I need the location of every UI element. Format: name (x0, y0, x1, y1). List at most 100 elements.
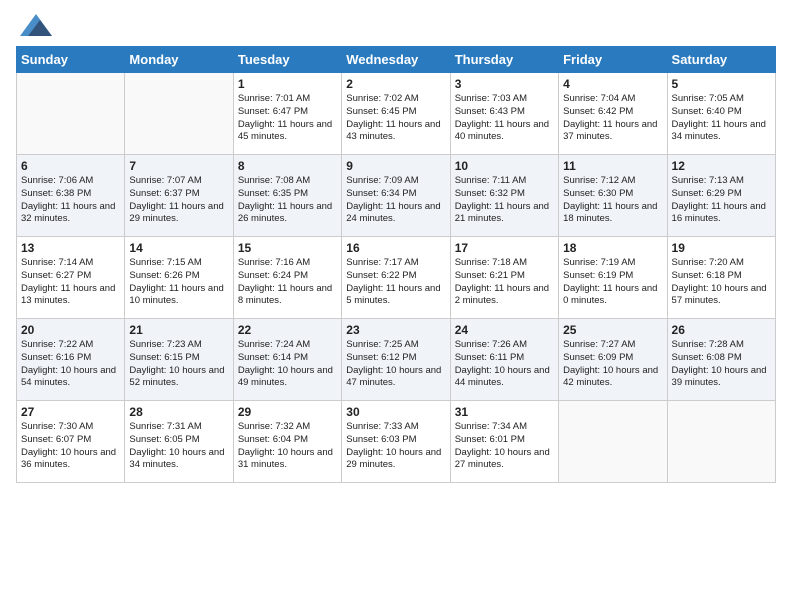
day-info: Sunrise: 7:04 AM Sunset: 6:42 PM Dayligh… (563, 93, 662, 144)
day-info: Sunrise: 7:17 AM Sunset: 6:22 PM Dayligh… (346, 257, 445, 308)
day-number: 13 (21, 241, 120, 255)
day-info: Sunrise: 7:15 AM Sunset: 6:26 PM Dayligh… (129, 257, 228, 308)
col-header-monday: Monday (125, 47, 233, 73)
day-number: 16 (346, 241, 445, 255)
calendar-cell: 10 Sunrise: 7:11 AM Sunset: 6:32 PM Dayli… (450, 155, 558, 237)
day-info: Sunrise: 7:06 AM Sunset: 6:38 PM Dayligh… (21, 175, 120, 226)
day-info: Sunrise: 7:16 AM Sunset: 6:24 PM Dayligh… (238, 257, 337, 308)
day-number: 6 (21, 159, 120, 173)
day-number: 26 (672, 323, 771, 337)
day-info: Sunrise: 7:28 AM Sunset: 6:08 PM Dayligh… (672, 339, 771, 390)
day-number: 25 (563, 323, 662, 337)
calendar-cell: 19 Sunrise: 7:20 AM Sunset: 6:18 PM Dayli… (667, 237, 775, 319)
calendar-cell: 12 Sunrise: 7:13 AM Sunset: 6:29 PM Dayli… (667, 155, 775, 237)
calendar-header-row: SundayMondayTuesdayWednesdayThursdayFrid… (17, 47, 776, 73)
col-header-saturday: Saturday (667, 47, 775, 73)
calendar-cell: 23 Sunrise: 7:25 AM Sunset: 6:12 PM Dayli… (342, 319, 450, 401)
day-number: 29 (238, 405, 337, 419)
col-header-sunday: Sunday (17, 47, 125, 73)
day-number: 12 (672, 159, 771, 173)
calendar-week-2: 13Sunrise: 7:14 AM Sunset: 6:27 PM Dayli… (17, 237, 776, 319)
calendar-cell: 20 Sunrise: 7:22 AM Sunset: 6:16 PM Dayli… (17, 319, 125, 401)
calendar-cell: 18 Sunrise: 7:19 AM Sunset: 6:19 PM Dayli… (559, 237, 667, 319)
calendar-cell (559, 401, 667, 483)
day-number: 19 (672, 241, 771, 255)
calendar-week-0: 1Sunrise: 7:01 AM Sunset: 6:47 PM Daylig… (17, 73, 776, 155)
day-info: Sunrise: 7:05 AM Sunset: 6:40 PM Dayligh… (672, 93, 771, 144)
calendar-cell: 11Sunrise: 7:12 AM Sunset: 6:30 PM Dayli… (559, 155, 667, 237)
calendar-cell: 15 Sunrise: 7:16 AM Sunset: 6:24 PM Dayli… (233, 237, 341, 319)
calendar-cell: 21 Sunrise: 7:23 AM Sunset: 6:15 PM Dayli… (125, 319, 233, 401)
day-info: Sunrise: 7:27 AM Sunset: 6:09 PM Dayligh… (563, 339, 662, 390)
calendar-cell: 17 Sunrise: 7:18 AM Sunset: 6:21 PM Dayli… (450, 237, 558, 319)
day-info: Sunrise: 7:33 AM Sunset: 6:03 PM Dayligh… (346, 421, 445, 472)
day-number: 17 (455, 241, 554, 255)
day-info: Sunrise: 7:13 AM Sunset: 6:29 PM Dayligh… (672, 175, 771, 226)
day-info: Sunrise: 7:22 AM Sunset: 6:16 PM Dayligh… (21, 339, 120, 390)
calendar-cell: 30 Sunrise: 7:33 AM Sunset: 6:03 PM Dayli… (342, 401, 450, 483)
day-number: 23 (346, 323, 445, 337)
calendar-week-3: 20 Sunrise: 7:22 AM Sunset: 6:16 PM Dayli… (17, 319, 776, 401)
day-info: Sunrise: 7:01 AM Sunset: 6:47 PM Dayligh… (238, 93, 337, 144)
calendar-cell: 14 Sunrise: 7:15 AM Sunset: 6:26 PM Dayli… (125, 237, 233, 319)
day-info: Sunrise: 7:26 AM Sunset: 6:11 PM Dayligh… (455, 339, 554, 390)
day-number: 21 (129, 323, 228, 337)
day-info: Sunrise: 7:25 AM Sunset: 6:12 PM Dayligh… (346, 339, 445, 390)
logo-row1 (16, 16, 52, 36)
calendar-cell: 4 Sunrise: 7:04 AM Sunset: 6:42 PM Daylig… (559, 73, 667, 155)
day-number: 5 (672, 77, 771, 91)
calendar-cell: 28 Sunrise: 7:31 AM Sunset: 6:05 PM Dayli… (125, 401, 233, 483)
calendar-cell: 24 Sunrise: 7:26 AM Sunset: 6:11 PM Dayli… (450, 319, 558, 401)
calendar-cell: 8Sunrise: 7:08 AM Sunset: 6:35 PM Daylig… (233, 155, 341, 237)
calendar-cell: 9 Sunrise: 7:09 AM Sunset: 6:34 PM Daylig… (342, 155, 450, 237)
day-number: 31 (455, 405, 554, 419)
day-number: 20 (21, 323, 120, 337)
day-info: Sunrise: 7:18 AM Sunset: 6:21 PM Dayligh… (455, 257, 554, 308)
day-number: 24 (455, 323, 554, 337)
day-number: 15 (238, 241, 337, 255)
header (16, 16, 776, 36)
day-info: Sunrise: 7:31 AM Sunset: 6:05 PM Dayligh… (129, 421, 228, 472)
day-info: Sunrise: 7:19 AM Sunset: 6:19 PM Dayligh… (563, 257, 662, 308)
calendar-cell (667, 401, 775, 483)
page: SundayMondayTuesdayWednesdayThursdayFrid… (0, 0, 792, 612)
logo-icon (20, 14, 52, 36)
day-number: 2 (346, 77, 445, 91)
calendar-week-1: 6 Sunrise: 7:06 AM Sunset: 6:38 PM Daylig… (17, 155, 776, 237)
calendar-cell: 6 Sunrise: 7:06 AM Sunset: 6:38 PM Daylig… (17, 155, 125, 237)
day-number: 7 (129, 159, 228, 173)
day-number: 10 (455, 159, 554, 173)
day-info: Sunrise: 7:11 AM Sunset: 6:32 PM Dayligh… (455, 175, 554, 226)
day-number: 28 (129, 405, 228, 419)
day-number: 22 (238, 323, 337, 337)
calendar-cell: 26 Sunrise: 7:28 AM Sunset: 6:08 PM Dayli… (667, 319, 775, 401)
day-info: Sunrise: 7:24 AM Sunset: 6:14 PM Dayligh… (238, 339, 337, 390)
day-info: Sunrise: 7:09 AM Sunset: 6:34 PM Dayligh… (346, 175, 445, 226)
day-info: Sunrise: 7:34 AM Sunset: 6:01 PM Dayligh… (455, 421, 554, 472)
calendar-cell: 27Sunrise: 7:30 AM Sunset: 6:07 PM Dayli… (17, 401, 125, 483)
day-info: Sunrise: 7:07 AM Sunset: 6:37 PM Dayligh… (129, 175, 228, 226)
calendar-cell: 5 Sunrise: 7:05 AM Sunset: 6:40 PM Daylig… (667, 73, 775, 155)
calendar-cell: 25 Sunrise: 7:27 AM Sunset: 6:09 PM Dayli… (559, 319, 667, 401)
day-info: Sunrise: 7:20 AM Sunset: 6:18 PM Dayligh… (672, 257, 771, 308)
logo (16, 16, 52, 36)
calendar-cell: 3Sunrise: 7:03 AM Sunset: 6:43 PM Daylig… (450, 73, 558, 155)
day-number: 30 (346, 405, 445, 419)
calendar-cell: 22 Sunrise: 7:24 AM Sunset: 6:14 PM Dayli… (233, 319, 341, 401)
col-header-thursday: Thursday (450, 47, 558, 73)
day-number: 14 (129, 241, 228, 255)
calendar-cell (125, 73, 233, 155)
day-info: Sunrise: 7:12 AM Sunset: 6:30 PM Dayligh… (563, 175, 662, 226)
day-info: Sunrise: 7:02 AM Sunset: 6:45 PM Dayligh… (346, 93, 445, 144)
calendar-cell: 31 Sunrise: 7:34 AM Sunset: 6:01 PM Dayli… (450, 401, 558, 483)
day-number: 4 (563, 77, 662, 91)
day-number: 9 (346, 159, 445, 173)
calendar-week-4: 27Sunrise: 7:30 AM Sunset: 6:07 PM Dayli… (17, 401, 776, 483)
day-info: Sunrise: 7:23 AM Sunset: 6:15 PM Dayligh… (129, 339, 228, 390)
day-info: Sunrise: 7:32 AM Sunset: 6:04 PM Dayligh… (238, 421, 337, 472)
day-info: Sunrise: 7:08 AM Sunset: 6:35 PM Dayligh… (238, 175, 337, 226)
calendar-cell: 2 Sunrise: 7:02 AM Sunset: 6:45 PM Daylig… (342, 73, 450, 155)
col-header-tuesday: Tuesday (233, 47, 341, 73)
calendar-cell: 1Sunrise: 7:01 AM Sunset: 6:47 PM Daylig… (233, 73, 341, 155)
day-number: 18 (563, 241, 662, 255)
